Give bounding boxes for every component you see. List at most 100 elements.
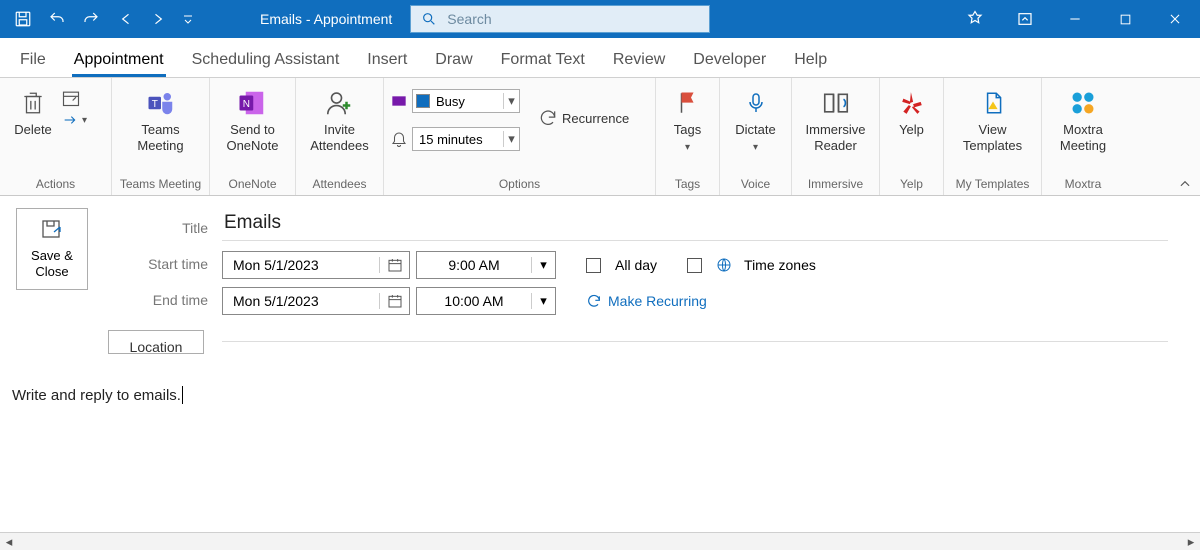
undo-icon[interactable]	[40, 0, 74, 38]
window-title: Emails - Appointment	[260, 11, 392, 27]
end-time-input[interactable]: 10:00 AM ▾	[416, 287, 556, 315]
tab-help[interactable]: Help	[792, 43, 829, 77]
scroll-right-icon[interactable]: ▸	[1182, 534, 1200, 550]
group-attendees: Invite Attendees Attendees	[296, 78, 384, 195]
view-templates-button[interactable]: View Templates	[955, 82, 1030, 153]
group-templates: View Templates My Templates	[944, 78, 1042, 195]
tab-review[interactable]: Review	[611, 43, 667, 77]
save-icon[interactable]	[6, 0, 40, 38]
moxtra-meeting-button[interactable]: Moxtra Meeting	[1052, 82, 1114, 153]
calendar-icon[interactable]	[379, 257, 409, 273]
recurrence-button[interactable]: Recurrence	[530, 88, 637, 128]
scroll-left-icon[interactable]: ◂	[0, 534, 18, 550]
globe-icon	[716, 257, 732, 273]
all-day-checkbox[interactable]	[586, 258, 601, 273]
calendar-icon[interactable]	[379, 293, 409, 309]
group-tags: Tags▾ Tags	[656, 78, 720, 195]
dictate-button[interactable]: Dictate▾	[727, 82, 783, 154]
book-audio-icon	[821, 86, 851, 120]
search-box[interactable]: Search	[410, 5, 710, 33]
coming-soon-icon[interactable]	[950, 0, 1000, 38]
location-button[interactable]: Location	[108, 330, 204, 354]
group-voice: Dictate▾ Voice	[720, 78, 792, 195]
tab-insert[interactable]: Insert	[365, 43, 409, 77]
yelp-icon	[899, 86, 925, 120]
save-close-icon	[39, 218, 65, 242]
next-item-icon[interactable]	[142, 0, 176, 38]
close-icon[interactable]	[1150, 0, 1200, 38]
tab-format-text[interactable]: Format Text	[499, 43, 587, 77]
recurrence-icon	[538, 108, 558, 128]
reminder-icon	[390, 130, 408, 148]
appointment-form: Save & Close Title Start time End time L…	[0, 196, 1200, 366]
teams-icon: T	[146, 86, 176, 120]
divider	[222, 240, 1168, 241]
chevron-down-icon: ▾	[753, 142, 758, 153]
ribbon: Delete ▾ Actions T Teams Meeting Teams M…	[0, 78, 1200, 196]
end-date-input[interactable]: Mon 5/1/2023	[222, 287, 410, 315]
ribbon-tabs: File Appointment Scheduling Assistant In…	[0, 38, 1200, 78]
templates-icon	[980, 86, 1006, 120]
tab-developer[interactable]: Developer	[691, 43, 768, 77]
title-input[interactable]: Emails	[222, 208, 1162, 238]
moxtra-icon	[1069, 86, 1097, 120]
chevron-down-icon: ▾	[685, 142, 690, 153]
immersive-reader-button[interactable]: Immersive Reader	[798, 82, 873, 153]
divider	[222, 341, 1168, 342]
time-zones-label: Time zones	[744, 257, 816, 273]
maximize-icon[interactable]	[1100, 0, 1150, 38]
group-teams: T Teams Meeting Teams Meeting	[112, 78, 210, 195]
start-date-input[interactable]: Mon 5/1/2023	[222, 251, 410, 279]
body-editor[interactable]: Write and reply to emails.	[0, 366, 1200, 424]
start-time-input[interactable]: 9:00 AM ▾	[416, 251, 556, 279]
send-to-onenote-button[interactable]: N Send to OneNote	[218, 82, 286, 153]
show-as-combo[interactable]: Busy ▾	[412, 89, 520, 113]
collapse-ribbon-icon[interactable]	[1178, 177, 1192, 191]
invite-attendees-icon	[324, 86, 354, 120]
forward-small-icon[interactable]: ▾	[60, 112, 87, 128]
calendar-small-icon[interactable]	[60, 88, 87, 108]
chevron-down-icon[interactable]: ▾	[531, 293, 555, 309]
make-recurring-link[interactable]: Make Recurring	[586, 293, 707, 309]
save-and-close-button[interactable]: Save & Close	[16, 208, 88, 290]
tab-file[interactable]: File	[18, 43, 48, 77]
yelp-button[interactable]: Yelp	[885, 82, 939, 138]
group-actions: Delete ▾ Actions	[0, 78, 112, 195]
teams-meeting-button[interactable]: T Teams Meeting	[129, 82, 191, 153]
label-title: Title	[108, 216, 208, 240]
titlebar: Emails - Appointment Search	[0, 0, 1200, 38]
recurrence-icon	[586, 293, 602, 309]
invite-attendees-button[interactable]: Invite Attendees	[302, 82, 377, 153]
window-controls	[950, 0, 1200, 38]
group-options: Busy ▾ 15 minutes ▾	[384, 78, 656, 195]
trash-icon	[20, 86, 46, 120]
field-labels: Title Start time End time Location	[108, 208, 208, 354]
label-end-time: End time	[108, 288, 208, 312]
all-day-label: All day	[615, 257, 657, 273]
redo-icon[interactable]	[74, 0, 108, 38]
flag-icon	[675, 86, 701, 120]
svg-text:T: T	[151, 99, 157, 110]
tags-button[interactable]: Tags▾	[661, 82, 715, 154]
tab-draw[interactable]: Draw	[433, 43, 474, 77]
time-zones-checkbox[interactable]	[687, 258, 702, 273]
tab-appointment[interactable]: Appointment	[72, 43, 166, 77]
chevron-down-icon: ▾	[503, 131, 519, 147]
label-start-time: Start time	[108, 252, 208, 276]
show-as-icon	[390, 93, 408, 109]
previous-item-icon[interactable]	[108, 0, 142, 38]
customize-qat-icon[interactable]	[176, 0, 200, 38]
delete-button[interactable]: Delete	[6, 82, 60, 138]
chevron-down-icon: ▾	[503, 93, 519, 109]
search-placeholder: Search	[447, 11, 491, 27]
onenote-icon: N	[237, 86, 267, 120]
chevron-down-icon[interactable]: ▾	[531, 257, 555, 273]
ribbon-display-icon[interactable]	[1000, 0, 1050, 38]
minimize-icon[interactable]	[1050, 0, 1100, 38]
group-yelp: Yelp Yelp	[880, 78, 944, 195]
svg-text:N: N	[243, 99, 250, 110]
busy-swatch-icon	[416, 94, 430, 108]
horizontal-scrollbar[interactable]: ◂ ▸	[0, 532, 1200, 550]
reminder-combo[interactable]: 15 minutes ▾	[412, 127, 520, 151]
tab-scheduling-assistant[interactable]: Scheduling Assistant	[190, 43, 342, 77]
